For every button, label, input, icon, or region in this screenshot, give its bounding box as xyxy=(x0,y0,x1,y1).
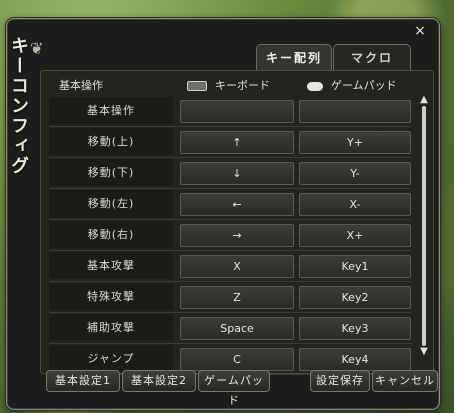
gamepad-binding-button[interactable]: Key2 xyxy=(299,286,411,309)
table-row: 基本操作 xyxy=(49,96,411,127)
keyboard-binding-button[interactable]: X xyxy=(180,255,294,278)
scrollbar[interactable]: ▲ ▼ xyxy=(418,94,430,358)
table-row: 移動(右) → X+ xyxy=(49,220,411,251)
scroll-up-icon[interactable]: ▲ xyxy=(418,94,430,106)
corner-ornament-icon: ❦ xyxy=(30,39,44,58)
keyboard-binding-button[interactable]: Z xyxy=(180,286,294,309)
gamepad-binding-button[interactable]: X+ xyxy=(299,224,411,247)
tab-macro[interactable]: マクロ xyxy=(333,44,411,71)
key-binding-list: 基本操作 移動(上) ↑ Y+ 移動(下) ↓ Y- 移動(左) ← X- 移動… xyxy=(49,96,411,375)
gamepad-binding-button[interactable]: Key3 xyxy=(299,317,411,340)
action-label: 基本操作 xyxy=(49,97,173,124)
window-title: キーコンフィグ xyxy=(8,36,29,176)
close-button[interactable]: × xyxy=(412,23,428,39)
header-gamepad-label: ゲームパッド xyxy=(331,79,397,92)
table-row: 基本攻撃 X Key1 xyxy=(49,251,411,282)
gamepad-binding-button[interactable]: Key4 xyxy=(299,348,411,371)
action-label: 移動(上) xyxy=(49,128,173,155)
action-label: 移動(下) xyxy=(49,159,173,186)
action-label: 基本攻撃 xyxy=(49,252,173,279)
keyboard-binding-button[interactable] xyxy=(180,100,294,123)
table-row: 補助攻撃 Space Key3 xyxy=(49,313,411,344)
action-label: 移動(左) xyxy=(49,190,173,217)
keyboard-binding-button[interactable]: Space xyxy=(180,317,294,340)
keyboard-binding-button[interactable]: ↓ xyxy=(180,162,294,185)
tab-key-layout[interactable]: キー配列 xyxy=(256,44,332,71)
gamepad-binding-button[interactable]: Y- xyxy=(299,162,411,185)
action-label: 補助攻撃 xyxy=(49,314,173,341)
header-gamepad: ゲームパッド xyxy=(307,76,417,96)
save-settings-button[interactable]: 設定保存 xyxy=(310,370,370,392)
preset2-button[interactable]: 基本設定2 xyxy=(122,370,196,392)
keyboard-binding-button[interactable]: ← xyxy=(180,193,294,216)
header-keyboard: キーボード xyxy=(187,76,307,96)
gamepad-binding-button[interactable]: X- xyxy=(299,193,411,216)
gamepad-binding-button[interactable] xyxy=(299,100,411,123)
cancel-button[interactable]: キャンセル xyxy=(372,370,438,392)
scroll-track[interactable] xyxy=(422,106,426,346)
table-row: 特殊攻撃 Z Key2 xyxy=(49,282,411,313)
keyboard-binding-button[interactable]: → xyxy=(180,224,294,247)
action-label: 移動(右) xyxy=(49,221,173,248)
keyboard-binding-button[interactable]: C xyxy=(180,348,294,371)
keyboard-binding-button[interactable]: ↑ xyxy=(180,131,294,154)
preset1-button[interactable]: 基本設定1 xyxy=(46,370,120,392)
table-row: 移動(左) ← X- xyxy=(49,189,411,220)
action-label: ジャンプ xyxy=(49,345,173,372)
gamepad-binding-button[interactable]: Y+ xyxy=(299,131,411,154)
gamepad-icon xyxy=(307,81,323,91)
table-row: 移動(上) ↑ Y+ xyxy=(49,127,411,158)
keyboard-icon xyxy=(187,81,207,91)
gamepad-binding-button[interactable]: Key1 xyxy=(299,255,411,278)
header-action-label: 基本操作 xyxy=(59,79,103,92)
gamepad-button[interactable]: ゲームパッド xyxy=(198,370,270,407)
scroll-down-icon[interactable]: ▼ xyxy=(418,346,430,358)
header-keyboard-label: キーボード xyxy=(215,79,270,92)
table-row: 移動(下) ↓ Y- xyxy=(49,158,411,189)
action-label: 特殊攻撃 xyxy=(49,283,173,310)
column-header: 基本操作 キーボード ゲームパッド xyxy=(49,76,409,96)
